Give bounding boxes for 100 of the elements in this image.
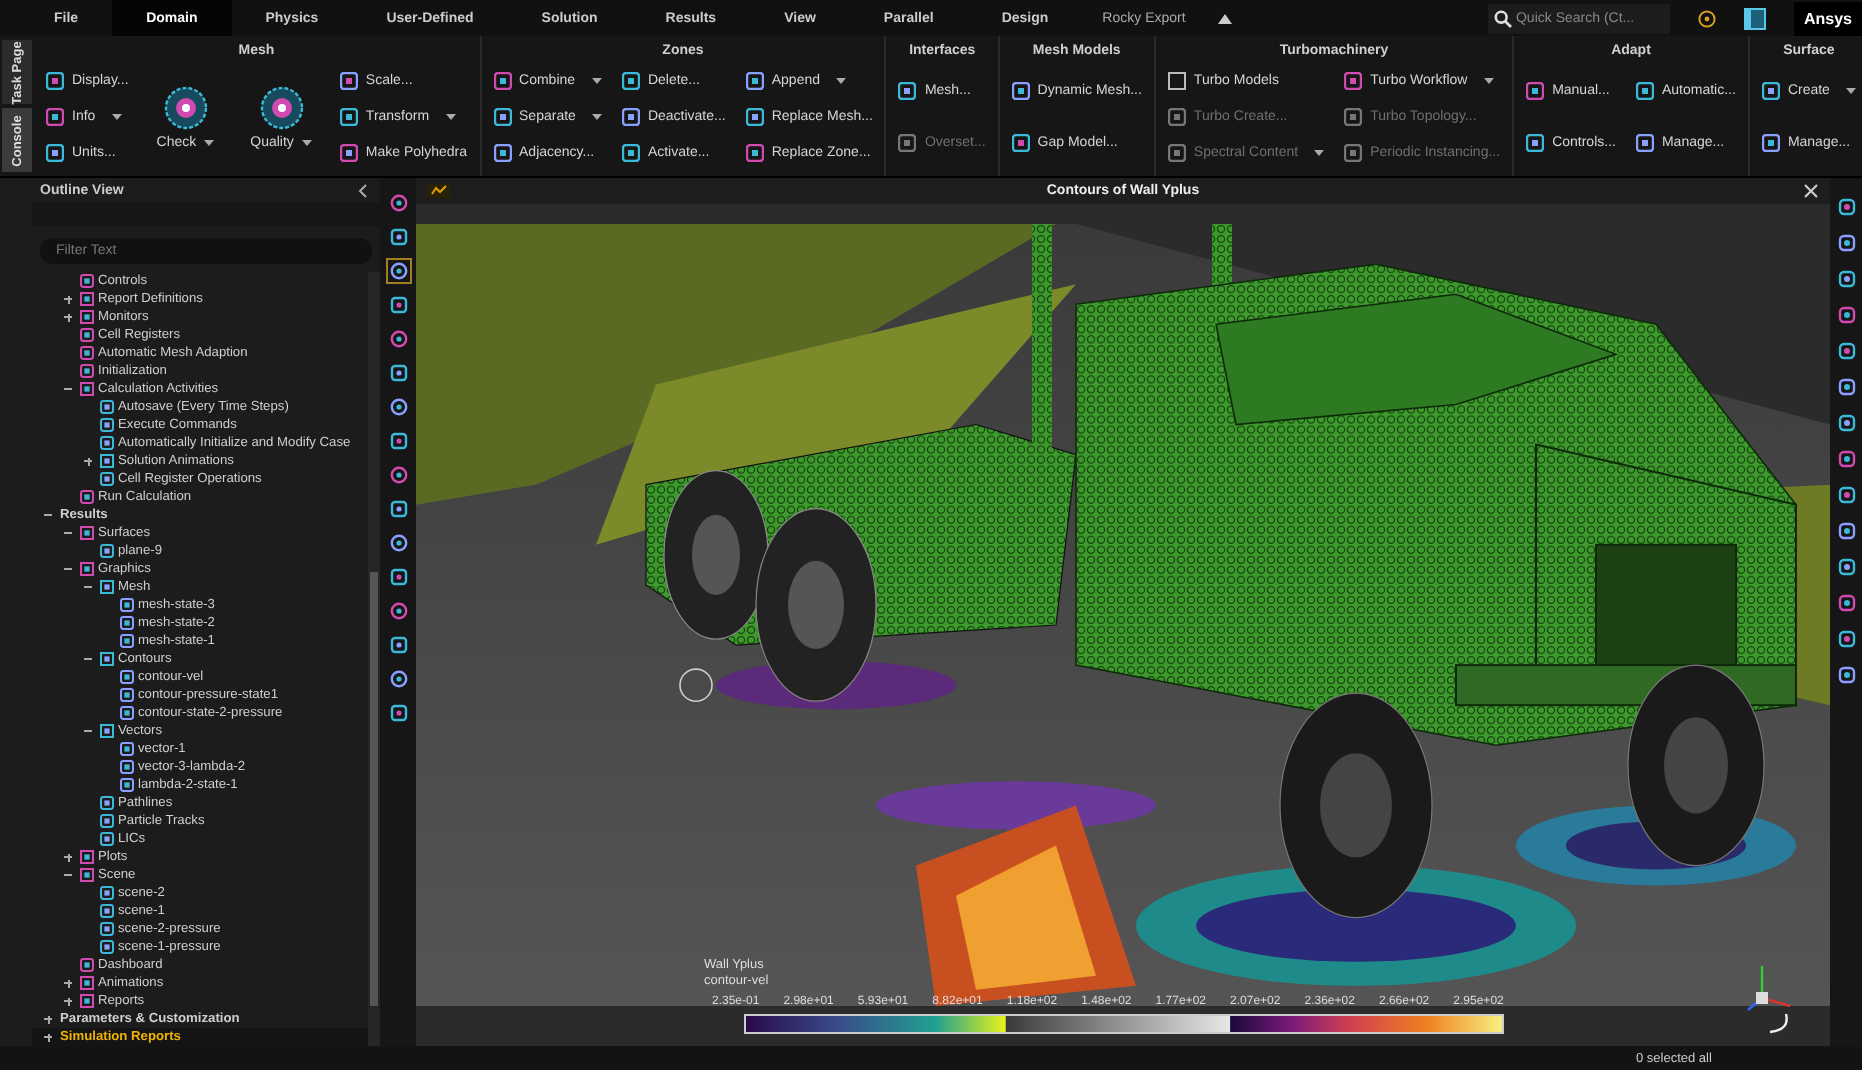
tool-icon bbox=[1837, 450, 1855, 468]
view-tool-button[interactable] bbox=[1833, 302, 1859, 328]
tool-icon bbox=[339, 107, 358, 126]
node-icon bbox=[120, 760, 134, 774]
tool-icon bbox=[621, 72, 640, 91]
tool-icon bbox=[389, 228, 407, 246]
view-tool-button[interactable] bbox=[385, 700, 411, 726]
view-tool-button[interactable] bbox=[385, 666, 411, 692]
tool-icon bbox=[1837, 306, 1855, 324]
node-icon bbox=[100, 400, 114, 414]
node-icon bbox=[80, 868, 94, 882]
tool-icon bbox=[389, 636, 407, 654]
view-tool-button[interactable] bbox=[1833, 230, 1859, 256]
node-icon bbox=[100, 814, 114, 828]
view-tool-button[interactable] bbox=[385, 360, 411, 386]
view-tool-button[interactable] bbox=[385, 428, 411, 454]
view-tool-button[interactable] bbox=[1833, 626, 1859, 652]
tool-icon bbox=[389, 568, 407, 586]
tool-icon bbox=[389, 704, 407, 722]
tool-icon bbox=[1344, 107, 1363, 126]
view-tool-button[interactable] bbox=[1833, 338, 1859, 364]
view-tool-button[interactable] bbox=[1833, 374, 1859, 400]
view-tool-button[interactable] bbox=[1833, 410, 1859, 436]
tool-icon bbox=[1837, 666, 1855, 684]
view-tool-button[interactable] bbox=[1833, 590, 1859, 616]
node-icon bbox=[120, 688, 134, 702]
scrollbar[interactable] bbox=[368, 272, 380, 1046]
layout-icon[interactable] bbox=[1743, 7, 1766, 29]
node-icon bbox=[100, 454, 114, 468]
view-tool-button[interactable] bbox=[385, 258, 411, 284]
view-tool-button[interactable] bbox=[385, 632, 411, 658]
tool-icon bbox=[389, 398, 407, 416]
tool-icon bbox=[389, 330, 407, 348]
node-icon bbox=[100, 652, 114, 666]
tool-icon bbox=[1761, 81, 1780, 100]
close-icon[interactable] bbox=[1804, 184, 1818, 198]
node-icon bbox=[80, 310, 94, 324]
view-tool-button[interactable] bbox=[385, 598, 411, 624]
tool-icon bbox=[493, 107, 512, 126]
view-tool-button[interactable] bbox=[385, 564, 411, 590]
tool-icon bbox=[1344, 143, 1363, 162]
tool-icon bbox=[1837, 198, 1855, 216]
node-icon bbox=[100, 832, 114, 846]
tool-icon bbox=[389, 262, 407, 280]
tool-icon bbox=[1837, 522, 1855, 540]
dial-icon bbox=[259, 85, 304, 129]
view-tool-button[interactable] bbox=[1833, 194, 1859, 220]
node-icon bbox=[80, 292, 94, 306]
tool-icon bbox=[745, 72, 764, 91]
graphics-logo-icon bbox=[428, 184, 450, 198]
tool-icon bbox=[389, 602, 407, 620]
view-tool-button[interactable] bbox=[385, 496, 411, 522]
view-tool-button[interactable] bbox=[1833, 266, 1859, 292]
tool-icon bbox=[1526, 134, 1545, 153]
tool-icon bbox=[1837, 378, 1855, 396]
search-icon bbox=[1493, 9, 1512, 27]
node-icon bbox=[120, 670, 134, 684]
view-tool-button[interactable] bbox=[1833, 446, 1859, 472]
tool-icon bbox=[1837, 234, 1855, 252]
tool-icon bbox=[1011, 81, 1030, 100]
tool-icon bbox=[898, 81, 917, 100]
tool-icon bbox=[1837, 630, 1855, 648]
tool-icon bbox=[1344, 72, 1363, 91]
node-icon bbox=[80, 850, 94, 864]
node-icon bbox=[100, 886, 114, 900]
view-tool-button[interactable] bbox=[385, 394, 411, 420]
view-tool-button[interactable] bbox=[385, 292, 411, 318]
tool-icon bbox=[1167, 143, 1186, 162]
help-icon[interactable] bbox=[1697, 9, 1716, 27]
tool-icon bbox=[1761, 134, 1780, 153]
view-tool-button[interactable] bbox=[1833, 554, 1859, 580]
tool-icon bbox=[389, 534, 407, 552]
view-tool-button[interactable] bbox=[385, 462, 411, 488]
view-tool-button[interactable] bbox=[385, 326, 411, 352]
view-tool-button[interactable] bbox=[1833, 662, 1859, 688]
collapse-icon[interactable] bbox=[358, 184, 368, 198]
view-tool-button[interactable] bbox=[385, 190, 411, 216]
view-tool-button[interactable] bbox=[1833, 518, 1859, 544]
node-icon bbox=[100, 940, 114, 954]
node-icon bbox=[100, 472, 114, 486]
tool-icon bbox=[1837, 270, 1855, 288]
tool-icon bbox=[493, 143, 512, 162]
node-icon bbox=[100, 796, 114, 810]
tool-icon bbox=[339, 143, 358, 162]
tool-icon bbox=[898, 134, 917, 153]
tool-icon bbox=[1837, 414, 1855, 432]
view-tool-button[interactable] bbox=[1833, 482, 1859, 508]
tool-icon bbox=[1837, 558, 1855, 576]
view-tool-button[interactable] bbox=[385, 224, 411, 250]
tool-icon bbox=[745, 143, 764, 162]
tool-icon bbox=[1837, 486, 1855, 504]
node-icon bbox=[80, 526, 94, 540]
node-icon bbox=[80, 328, 94, 342]
tool-icon bbox=[1837, 594, 1855, 612]
node-icon bbox=[100, 580, 114, 594]
view-tool-button[interactable] bbox=[385, 530, 411, 556]
node-icon bbox=[100, 922, 114, 936]
tool-icon bbox=[46, 72, 64, 91]
node-icon bbox=[120, 706, 134, 720]
collapse-icon[interactable] bbox=[1217, 13, 1232, 23]
